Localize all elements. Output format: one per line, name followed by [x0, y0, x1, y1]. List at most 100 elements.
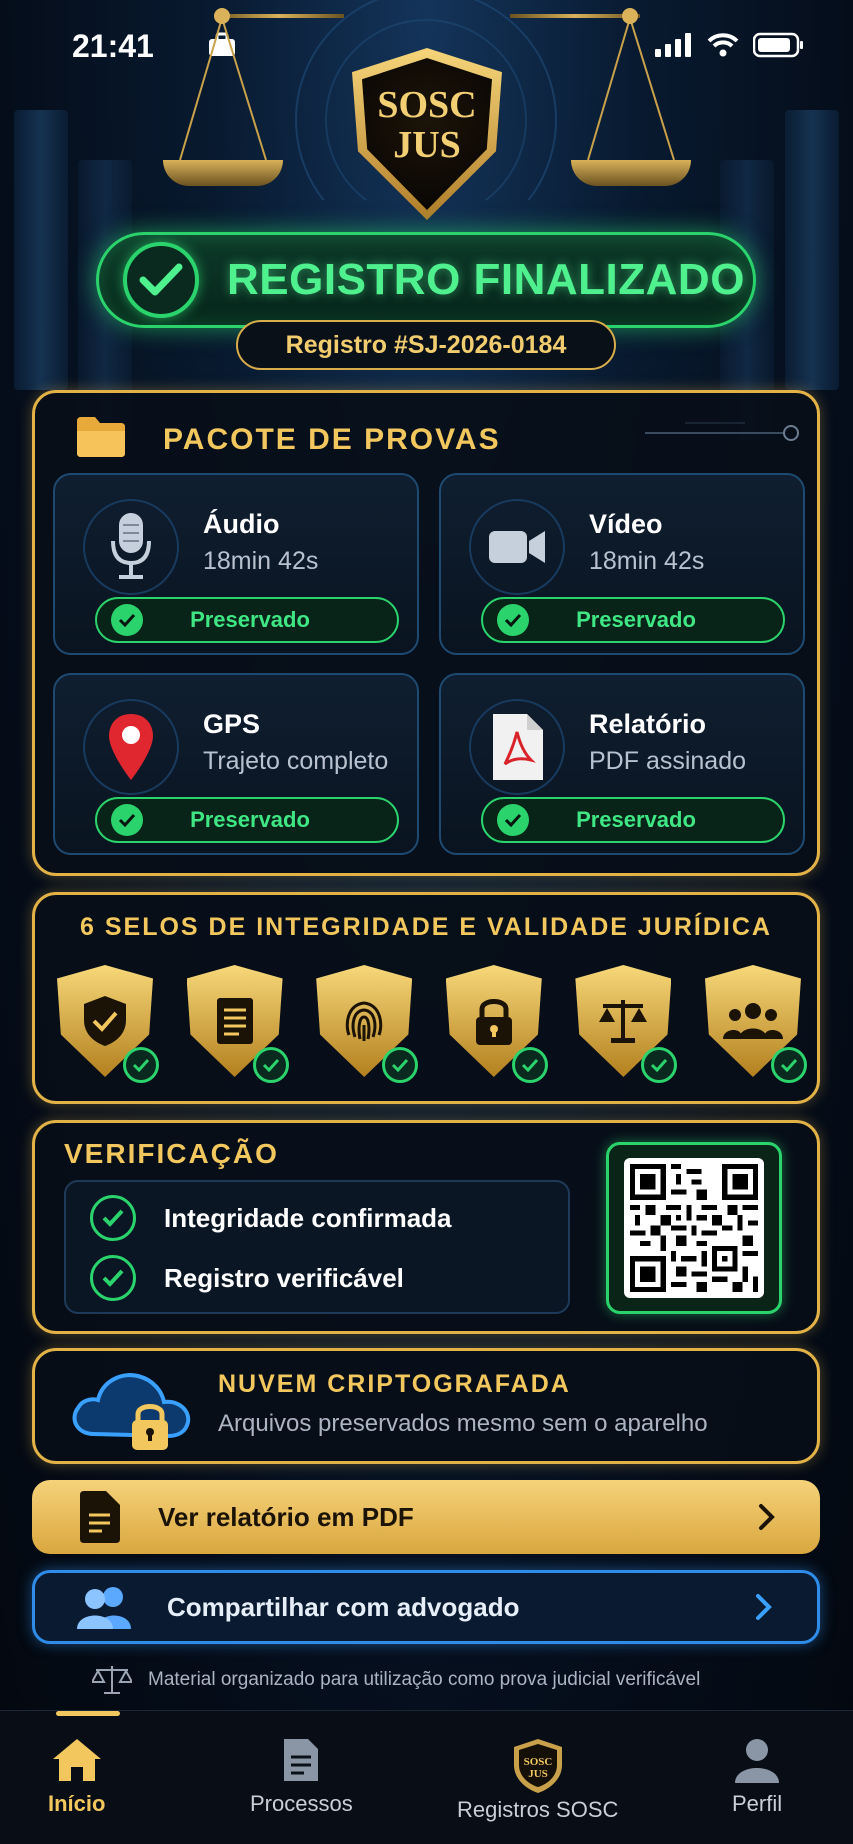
location-pin-icon: [83, 699, 179, 795]
tab-label: Perfil: [732, 1791, 783, 1816]
view-pdf-button[interactable]: Ver relatório em PDF: [32, 1480, 820, 1554]
evidence-title-video: Vídeo: [589, 509, 663, 539]
logo-line1: SOSC: [377, 84, 477, 126]
check-icon: [111, 804, 143, 836]
chevron-right-icon: [759, 1504, 775, 1530]
pdf-file-icon: [469, 699, 565, 795]
qr-code-icon: [630, 1164, 758, 1292]
status-label: Preservado: [576, 607, 696, 632]
status-label: Preservado: [190, 607, 310, 632]
check-icon: [497, 804, 529, 836]
check-icon: [123, 1047, 159, 1083]
seal-group: [704, 965, 807, 1083]
verification-title: VERIFICAÇÃO: [64, 1138, 279, 1169]
status-label: Preservado: [190, 807, 310, 832]
evidence-subtitle-audio: 18min 42s: [203, 547, 319, 575]
lock-icon: [475, 999, 512, 1045]
check-icon: [770, 1047, 807, 1083]
seals-row: [57, 965, 807, 1083]
verification-label: Registro verificável: [164, 1262, 404, 1293]
seal-fingerprint: [316, 965, 419, 1083]
share-lawyer-label: Compartilhar com advogado: [167, 1591, 520, 1622]
sosc-badge-icon: SOSCJUS: [513, 1739, 562, 1793]
users-icon: [77, 1587, 131, 1629]
evidence-package-panel: PACOTE DE PROVAS Áudio 18min 42s Preserv…: [32, 390, 820, 876]
status-label: Preservado: [576, 807, 696, 832]
profile-icon: [735, 1739, 780, 1783]
seal-shield: [57, 965, 159, 1083]
folder-icon: [77, 417, 125, 457]
circuit-decoration: [645, 422, 799, 441]
active-tab-indicator: [56, 1711, 120, 1716]
check-icon: [252, 1047, 289, 1083]
document-icon: [80, 1491, 120, 1543]
registro-finalizado-banner: REGISTRO FINALIZADO: [96, 232, 756, 328]
video-camera-icon: [469, 499, 565, 595]
check-icon: [511, 1047, 548, 1083]
seal-lock: [445, 965, 548, 1083]
check-icon: [382, 1047, 419, 1083]
evidence-title-relatorio: Relatório: [589, 709, 707, 739]
tab-bar: Início Processos SOSC JUS Registros SOSC …: [0, 1710, 853, 1844]
document-icon: [216, 998, 253, 1044]
scales-icon: [92, 1666, 132, 1694]
check-circle-icon: [90, 1195, 136, 1241]
view-pdf-label: Ver relatório em PDF: [158, 1501, 414, 1532]
check-icon: [111, 604, 143, 636]
fingerprint-icon: [345, 1001, 383, 1041]
svg-text:SOSC: SOSC: [523, 1756, 552, 1768]
verification-item: Registro verificável: [66, 1248, 568, 1308]
scale-pan-left: [163, 160, 283, 186]
seals-title: 6 SELOS DE INTEGRIDADE E VALIDADE JURÍDI…: [80, 913, 772, 941]
footer-note-text: Material organizado para utilização como…: [148, 1669, 701, 1690]
svg-text:JUS: JUS: [528, 1768, 548, 1780]
scales-icon: [599, 1000, 648, 1043]
evidence-title-audio: Áudio: [203, 509, 280, 539]
shield-check-icon: [84, 996, 126, 1046]
check-circle-icon: [90, 1255, 136, 1301]
verification-label: Integridade confirmada: [164, 1202, 452, 1233]
microphone-icon: [83, 499, 179, 595]
tab-inicio[interactable]: Início: [48, 1737, 105, 1817]
verification-item: Integridade confirmada: [66, 1188, 568, 1248]
home-icon: [52, 1739, 101, 1781]
tab-processos[interactable]: Processos: [250, 1737, 353, 1817]
tab-registros-sosc[interactable]: SOSC JUS Registros SOSC: [457, 1737, 618, 1823]
cloud-lock-icon: [72, 1373, 191, 1450]
evidence-subtitle-relatorio: PDF assinado: [589, 747, 747, 775]
chevron-right-icon: [756, 1594, 772, 1620]
cloud-title: NUVEM CRIPTOGRAFADA: [218, 1370, 571, 1398]
group-icon: [722, 1003, 783, 1039]
status-badge: Preservado: [481, 797, 785, 843]
seal-document: [186, 965, 289, 1083]
check-icon: [641, 1047, 678, 1083]
status-badge: Preservado: [95, 797, 399, 843]
evidence-title: PACOTE DE PROVAS: [163, 423, 501, 456]
evidence-card-gps[interactable]: GPS Trajeto completo Preservado: [53, 673, 419, 855]
evidence-subtitle-gps: Trajeto completo: [203, 747, 389, 775]
evidence-card-video[interactable]: Vídeo 18min 42s Preservado: [439, 473, 805, 655]
status-badge: Preservado: [95, 597, 399, 643]
logo-line2: JUS: [393, 124, 461, 166]
evidence-title-gps: GPS: [203, 709, 261, 739]
check-circle-icon: [123, 242, 199, 318]
banner-title: REGISTRO FINALIZADO: [227, 255, 745, 304]
status-badge: Preservado: [481, 597, 785, 643]
tab-label: Processos: [250, 1791, 353, 1816]
registro-number: Registro #SJ-2026-0184: [236, 320, 616, 370]
document-icon: [284, 1739, 319, 1781]
qr-code[interactable]: [606, 1142, 782, 1314]
evidence-subtitle-video: 18min 42s: [589, 547, 705, 575]
seal-scales: [575, 965, 678, 1083]
tab-label: Registros SOSC: [457, 1797, 619, 1822]
share-lawyer-button[interactable]: Compartilhar com advogado: [32, 1570, 820, 1644]
evidence-card-relatorio[interactable]: Relatório PDF assinado Preservado: [439, 673, 805, 855]
cloud-subtitle: Arquivos preservados mesmo sem o aparelh…: [218, 1410, 708, 1437]
tab-perfil[interactable]: Perfil: [732, 1737, 782, 1817]
check-icon: [497, 604, 529, 636]
footer-note: Material organizado para utilização como…: [92, 1664, 792, 1696]
tab-label: Início: [48, 1791, 106, 1816]
evidence-card-audio[interactable]: Áudio 18min 42s Preservado: [53, 473, 419, 655]
verification-list: Integridade confirmada Registro verificá…: [64, 1180, 570, 1314]
scale-pan-right: [571, 160, 691, 186]
